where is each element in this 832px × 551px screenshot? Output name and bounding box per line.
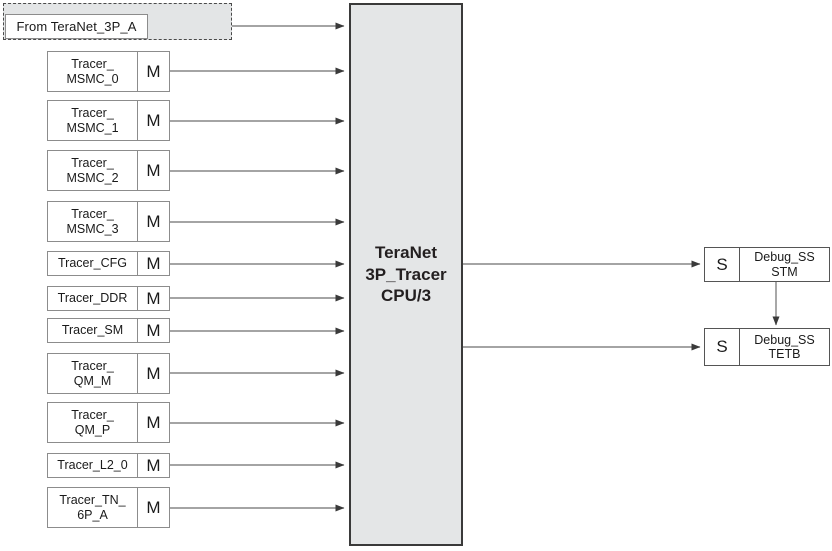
teranet-3p-tracer-block[interactable]: TeraNet 3P_Tracer CPU/3 — [349, 3, 463, 546]
diagram-canvas: From TeraNet_3P_A Tracer_ MSMC_0 M Tracer_… — [0, 0, 832, 551]
tracer-box[interactable]: Tracer_ MSMC_0 M — [47, 51, 170, 92]
source-label-box[interactable]: From TeraNet_3P_A — [5, 14, 148, 39]
master-port-label: M — [137, 354, 169, 393]
source-label-text: From TeraNet_3P_A — [16, 19, 137, 34]
master-port-label: M — [137, 252, 169, 275]
tracer-box[interactable]: Tracer_CFG M — [47, 251, 170, 276]
tracer-box[interactable]: Tracer_ QM_M M — [47, 353, 170, 394]
master-port-label: M — [137, 287, 169, 310]
slave-port-label: S — [705, 248, 740, 281]
tracer-box[interactable]: Tracer_ MSMC_3 M — [47, 201, 170, 242]
master-port-label: M — [137, 151, 169, 190]
master-port-label: M — [137, 52, 169, 91]
teranet-block-label: TeraNet 3P_Tracer CPU/3 — [365, 242, 447, 306]
master-port-label: M — [137, 101, 169, 140]
slave-port-label: S — [705, 329, 740, 365]
master-port-label: M — [137, 488, 169, 527]
debug-subsystem-box[interactable]: S Debug_SS TETB — [704, 328, 830, 366]
tracer-name-label: Tracer_ MSMC_1 — [66, 106, 119, 135]
master-port-label: M — [137, 202, 169, 241]
tracer-name-label: Tracer_SM — [61, 323, 124, 338]
master-port-label: M — [137, 319, 169, 342]
tracer-name-label: Tracer_ QM_P — [71, 408, 114, 437]
tracer-box[interactable]: Tracer_TN_ 6P_A M — [47, 487, 170, 528]
tracer-box[interactable]: Tracer_ MSMC_2 M — [47, 150, 170, 191]
debug-subsystem-box[interactable]: S Debug_SS STM — [704, 247, 830, 282]
tracer-box[interactable]: Tracer_ MSMC_1 M — [47, 100, 170, 141]
tracer-name-label: Tracer_ QM_M — [71, 359, 114, 388]
tracer-name-label: Tracer_DDR — [57, 291, 128, 306]
master-port-label: M — [137, 454, 169, 477]
tracer-name-label: Tracer_CFG — [58, 256, 127, 271]
tracer-name-label: Tracer_L2_0 — [57, 458, 128, 473]
tracer-name-label: Tracer_ MSMC_3 — [66, 207, 119, 236]
debug-subsystem-name-label: Debug_SS TETB — [754, 332, 815, 362]
tracer-box[interactable]: Tracer_SM M — [47, 318, 170, 343]
tracer-name-label: Tracer_ MSMC_2 — [66, 156, 119, 185]
tracer-box[interactable]: Tracer_L2_0 M — [47, 453, 170, 478]
tracer-box[interactable]: Tracer_DDR M — [47, 286, 170, 311]
tracer-box[interactable]: Tracer_ QM_P M — [47, 402, 170, 443]
master-port-label: M — [137, 403, 169, 442]
tracer-name-label: Tracer_TN_ 6P_A — [59, 493, 126, 522]
tracer-name-label: Tracer_ MSMC_0 — [66, 57, 119, 86]
debug-subsystem-name-label: Debug_SS STM — [754, 250, 815, 279]
